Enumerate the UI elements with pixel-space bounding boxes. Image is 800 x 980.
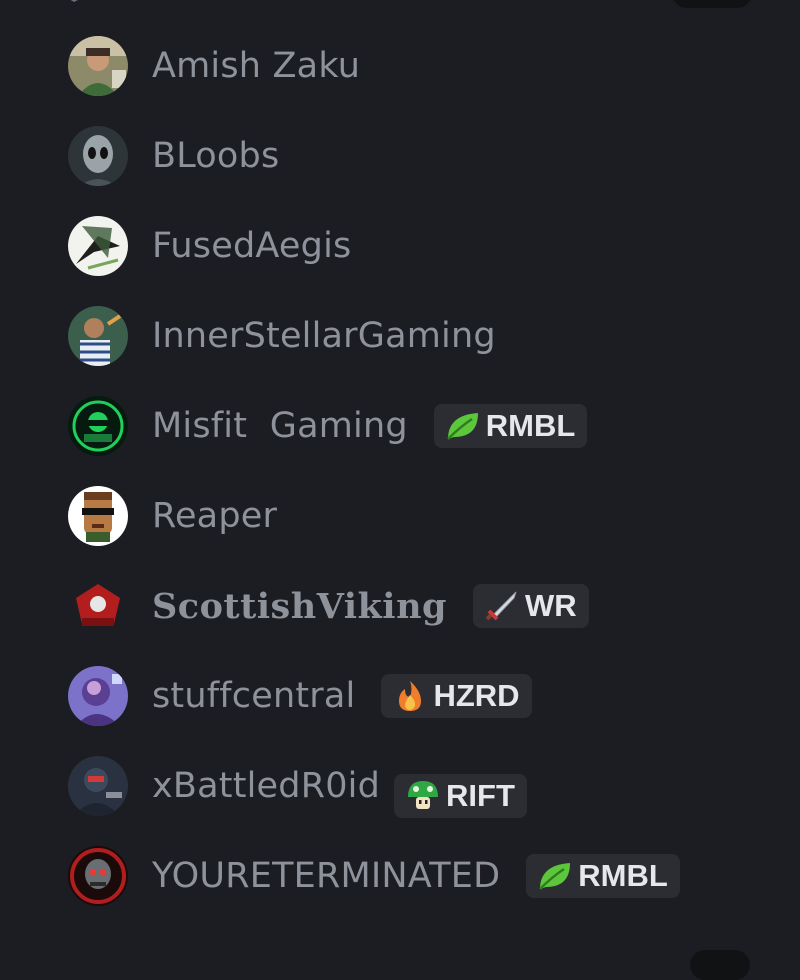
guild-tag-label: RIFT [446,778,515,813]
member-name: Reaper [152,496,278,536]
member-row-reaper[interactable]: Reaper [60,476,277,556]
guild-tag-label: RMBL [578,858,668,893]
guild-tag-label: WR [525,588,577,623]
scroll-indicator-bottom [690,950,750,980]
scroll-indicator-top [672,0,752,8]
scrolled-off-header [60,0,100,6]
fire-icon [391,679,429,713]
member-row-amish-zaku[interactable]: Amish Zaku [60,26,360,106]
purple-avatar-icon [68,666,128,726]
leaf-icon [444,409,482,443]
alien-avatar-icon [68,126,128,186]
guild-tag-label: RMBL [485,408,576,443]
member-name: ScottishViking [152,585,448,627]
guild-tag-badge[interactable]: RMBL [526,854,680,898]
guild-tag-label: HZRD [433,678,520,713]
member-row-stuffcentral[interactable]: stuffcentral HZRD [60,656,532,736]
guild-tag-badge[interactable]: RIFT [394,774,527,818]
member-name: xBattledR0id [152,766,381,806]
member-name: InnerStellarGaming [152,316,496,356]
guild-tag-badge[interactable]: RMBL [433,404,588,448]
member-name: Misfit Gaming [152,406,408,446]
abstract-avatar-icon [68,216,128,276]
member-name: stuffcentral [152,676,356,716]
member-name: YOURETERMINATED [152,856,501,896]
member-row-innerstellargaming[interactable]: InnerStellarGaming [60,296,496,376]
doom-face-avatar-icon [68,486,128,546]
guild-tag-badge[interactable]: WR [473,584,589,628]
red-logo-avatar-icon [68,576,128,636]
member-name: Amish Zaku [152,46,361,86]
member-list: Amish Zaku BLoobs FusedAegis InnerStella… [0,0,800,980]
member-name: BLoobs [152,136,280,176]
sword-icon [483,589,521,623]
member-row-scottishviking[interactable]: ScottishViking WR [60,566,589,646]
terminator-avatar-icon [68,846,128,906]
member-row-misfit-gaming[interactable]: Misfit Gaming RMBL [60,386,588,466]
soldier-avatar-icon [68,756,128,816]
person-avatar-icon [68,306,128,366]
mushroom-icon [404,779,442,813]
guild-tag-badge[interactable]: HZRD [381,674,532,718]
member-row-youreterminated[interactable]: YOURETERMINATED RMBL [60,836,680,916]
avatar-photo-icon [68,36,128,96]
member-row-xbattledr0id[interactable]: xBattledR0id RIFT [60,746,527,826]
member-name: FusedAegis [152,226,352,266]
green-gamer-avatar-icon [68,396,128,456]
member-row-bloobs[interactable]: BLoobs [60,116,279,196]
leaf-icon [536,859,574,893]
member-row-fusedaegis[interactable]: FusedAegis [60,206,351,286]
